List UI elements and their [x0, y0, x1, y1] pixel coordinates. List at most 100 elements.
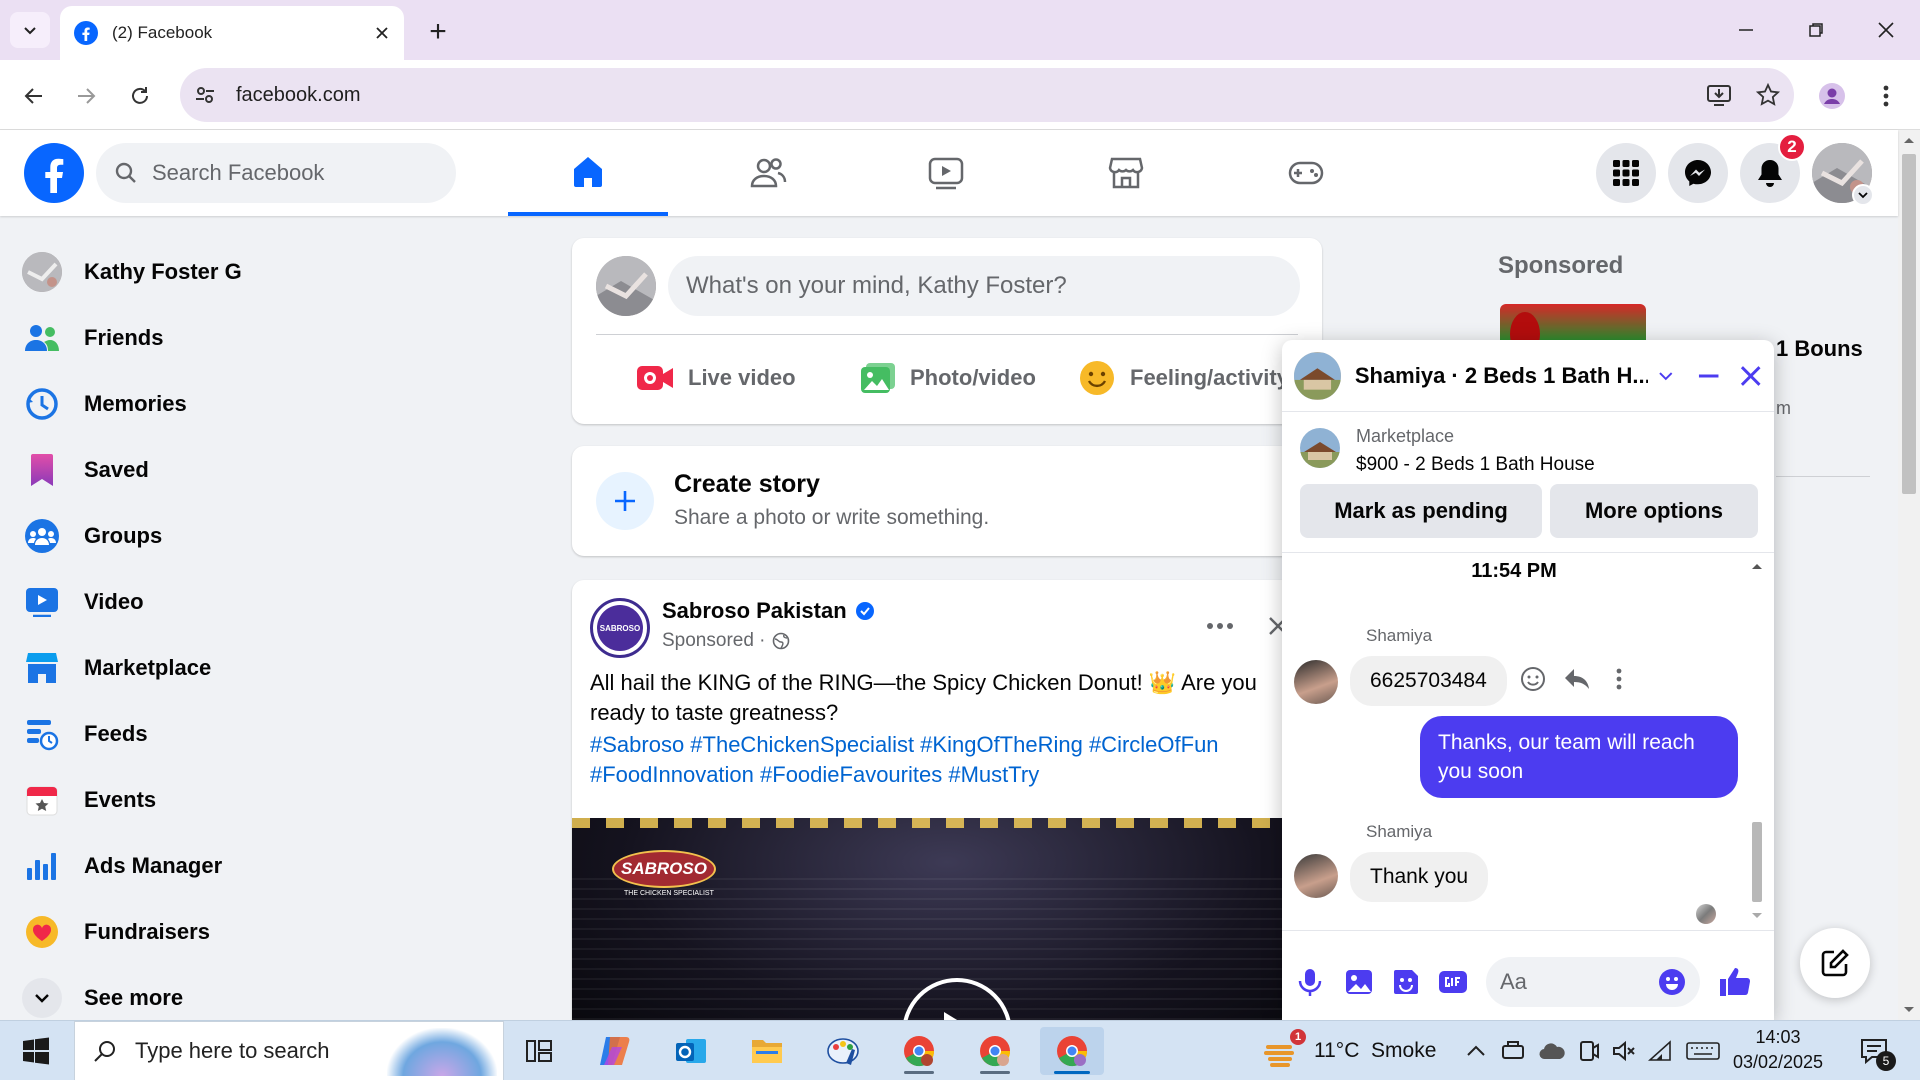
sidebar-item-video[interactable]: Video	[22, 574, 462, 630]
tray-chevron-up-icon[interactable]	[1466, 1044, 1486, 1058]
minimize-window-button[interactable]	[1726, 12, 1766, 48]
sidebar-see-more[interactable]: See more	[22, 970, 462, 1026]
gif-icon[interactable]	[1438, 968, 1468, 996]
close-tab-icon[interactable]	[374, 25, 390, 41]
notification-center-button[interactable]: 5	[1850, 1029, 1898, 1073]
taskbar-chrome-2[interactable]	[968, 1027, 1022, 1075]
network-icon[interactable]	[1648, 1040, 1672, 1062]
browser-menu-button[interactable]	[1868, 76, 1904, 116]
taskbar-search[interactable]: Type here to search	[74, 1021, 504, 1080]
sidebar-item-events[interactable]: Events	[22, 772, 462, 828]
usb-device-icon[interactable]	[1500, 1040, 1526, 1062]
page-scrollbar-thumb[interactable]	[1902, 154, 1916, 494]
chat-scrollbar-thumb[interactable]	[1752, 822, 1762, 902]
sponsored-label[interactable]: Sponsored ·	[662, 630, 766, 652]
composer-input[interactable]: What's on your mind, Kathy Foster?	[668, 256, 1300, 316]
taskbar-outlook[interactable]	[664, 1027, 718, 1075]
menu-button[interactable]	[1596, 143, 1656, 203]
taskbar-chrome-1[interactable]	[892, 1027, 946, 1075]
sidebar-item-ads-manager[interactable]: Ads Manager	[22, 838, 462, 894]
scroll-down-icon[interactable]	[1903, 1006, 1915, 1014]
sender-avatar[interactable]	[1294, 854, 1338, 898]
sidebar-item-fundraisers[interactable]: Fundraisers	[22, 904, 462, 960]
facebook-search[interactable]: Search Facebook	[96, 143, 456, 203]
sidebar-item-memories[interactable]: Memories	[22, 376, 462, 432]
page-scrollbar[interactable]	[1898, 130, 1920, 1020]
close-window-button[interactable]	[1866, 12, 1906, 48]
page-name[interactable]: Sabroso Pakistan	[662, 598, 847, 624]
more-options-button[interactable]: More options	[1550, 484, 1758, 538]
sponsored-ad-title[interactable]: 1 Bouns	[1776, 336, 1863, 362]
sidebar-item-marketplace[interactable]: Marketplace	[22, 640, 462, 696]
tab-search-button[interactable]	[10, 12, 50, 48]
reply-icon[interactable]	[1564, 668, 1590, 690]
nav-friends[interactable]	[688, 130, 848, 216]
message-bubble-in[interactable]: 6625703484	[1350, 656, 1507, 706]
restore-window-button[interactable]	[1796, 12, 1836, 48]
post-image[interactable]: SABROSO THE CHICKEN SPECIALIST	[572, 818, 1322, 1040]
page-avatar[interactable]: SABROSO	[590, 598, 650, 658]
create-story-card[interactable]: Create story Share a photo or write some…	[572, 446, 1322, 556]
message-bubble-out[interactable]: Thanks, our team will reach you soon	[1420, 716, 1738, 798]
sender-avatar[interactable]	[1294, 660, 1338, 704]
forward-button[interactable]	[66, 76, 106, 116]
scroll-up-icon[interactable]	[1751, 562, 1763, 570]
back-button[interactable]	[14, 76, 54, 116]
chat-title[interactable]: Shamiya · 2 Beds 1 Bath H...	[1355, 363, 1648, 389]
listing-thumbnail[interactable]	[1300, 428, 1340, 468]
install-app-icon[interactable]	[1706, 82, 1732, 108]
nav-gaming[interactable]	[1226, 130, 1386, 216]
taskbar-file-explorer[interactable]	[740, 1027, 794, 1075]
bookmark-star-icon[interactable]	[1756, 83, 1780, 107]
messenger-button[interactable]	[1668, 143, 1728, 203]
feeling-activity-button[interactable]: Feeling/activity	[1078, 352, 1289, 404]
new-tab-button[interactable]: +	[418, 14, 458, 50]
scroll-down-icon[interactable]	[1751, 912, 1763, 920]
nav-marketplace[interactable]	[1046, 130, 1206, 216]
nav-home[interactable]	[508, 130, 668, 216]
reload-button[interactable]	[120, 76, 160, 116]
chat-scrollbar[interactable]	[1746, 556, 1768, 928]
weather-widget[interactable]: 1 11°C Smoke	[1262, 1029, 1436, 1073]
site-info-icon[interactable]	[194, 84, 216, 106]
profile-button[interactable]	[1812, 76, 1852, 116]
message-input[interactable]: Aa	[1486, 957, 1700, 1007]
taskbar-clock[interactable]: 14:03 03/02/2025	[1732, 1027, 1824, 1073]
onedrive-cloud-icon[interactable]	[1538, 1041, 1566, 1061]
scroll-up-icon[interactable]	[1903, 136, 1915, 144]
keyboard-icon[interactable]	[1686, 1040, 1720, 1062]
post-hashtags-line-1[interactable]: #Sabroso #TheChickenSpecialist #KingOfTh…	[590, 730, 1310, 760]
chevron-down-icon[interactable]	[1658, 370, 1674, 382]
attach-photo-icon[interactable]	[1344, 968, 1374, 996]
chat-listing-avatar[interactable]	[1294, 351, 1341, 400]
sticker-icon[interactable]	[1392, 968, 1420, 996]
message-bubble-in[interactable]: Thank you	[1350, 852, 1489, 902]
more-vertical-icon[interactable]	[1616, 668, 1622, 690]
like-thumb-icon[interactable]	[1718, 966, 1752, 998]
meet-now-icon[interactable]	[1578, 1040, 1600, 1062]
post-options-button[interactable]	[1200, 606, 1240, 646]
taskbar-task-view[interactable]	[512, 1027, 566, 1075]
taskbar-paint[interactable]	[816, 1027, 870, 1075]
photo-video-button[interactable]: Photo/video	[860, 352, 1036, 404]
sidebar-item-feeds[interactable]: Feeds	[22, 706, 462, 762]
account-menu-button[interactable]	[1852, 184, 1874, 206]
react-emoji-icon[interactable]	[1520, 666, 1546, 692]
emoji-icon[interactable]	[1658, 968, 1686, 996]
close-chat-icon[interactable]	[1739, 364, 1762, 388]
address-bar[interactable]: facebook.com	[180, 68, 1794, 122]
volume-muted-icon[interactable]	[1612, 1040, 1636, 1062]
taskbar-chrome-3-active[interactable]	[1040, 1027, 1104, 1075]
facebook-logo-icon[interactable]	[24, 143, 84, 203]
microphone-icon[interactable]	[1296, 967, 1324, 997]
minimize-chat-icon[interactable]	[1697, 364, 1720, 388]
sidebar-item-friends[interactable]: Friends	[22, 310, 462, 366]
sidebar-item-profile[interactable]: Kathy Foster G	[22, 244, 462, 300]
browser-tab[interactable]: (2) Facebook	[60, 6, 404, 60]
sidebar-item-saved[interactable]: Saved	[22, 442, 462, 498]
new-message-button[interactable]	[1800, 928, 1870, 998]
create-story-button[interactable]	[596, 472, 654, 530]
sidebar-item-groups[interactable]: Groups	[22, 508, 462, 564]
nav-video[interactable]	[866, 130, 1026, 216]
listing-title[interactable]: $900 - 2 Beds 1 Bath House	[1356, 454, 1595, 476]
